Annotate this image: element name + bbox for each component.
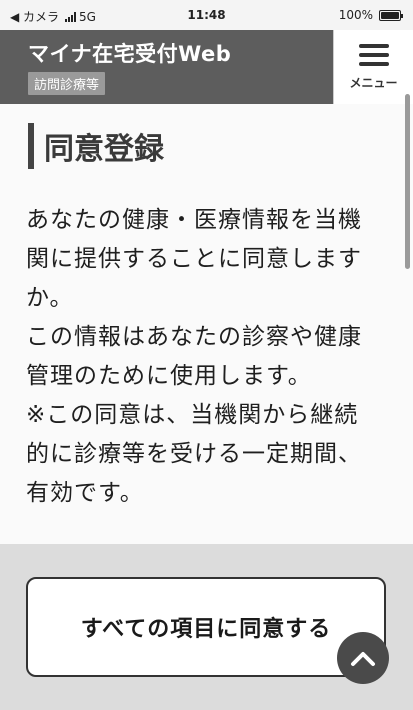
scroll-to-top-button[interactable] (337, 632, 389, 684)
page-title: 同意登録 (44, 132, 164, 167)
status-right: 100% (338, 8, 403, 22)
service-badge: 訪問診療等 (28, 72, 106, 95)
battery-percent: 100% (338, 8, 373, 22)
app-title: マイナ在宅受付Web (28, 42, 232, 66)
consent-description: あなたの健康・医療情報を当機関に提供することに同意しますか。 この情報はあなたの… (26, 201, 371, 513)
menu-label: メニュー (349, 75, 398, 90)
scrollbar[interactable] (405, 94, 410, 269)
chevron-up-icon (351, 652, 375, 666)
heading-accent-bar (28, 123, 34, 169)
hamburger-icon (358, 43, 389, 66)
consent-paragraph: ※この同意は、当機関から継続的に診療等を受ける一定期間、有効です。 (26, 402, 362, 506)
menu-button[interactable]: メニュー (333, 30, 413, 104)
status-bar: ◀ カメラ 5G 11:48 100% (0, 0, 413, 30)
app-header: マイナ在宅受付Web 訪問診療等 メニュー (0, 30, 413, 104)
battery-fill (381, 11, 399, 19)
consent-paragraph: この情報はあなたの診察や健康管理のために使用します。 (26, 324, 362, 389)
consent-paragraph: あなたの健康・医療情報を当機関に提供することに同意しますか。 (26, 207, 362, 311)
main-content: 同意登録 あなたの健康・医療情報を当機関に提供することに同意しますか。 この情報… (0, 104, 413, 544)
consent-all-button[interactable]: すべての項目に同意する (26, 577, 386, 677)
section-heading: 同意登録 (28, 120, 164, 172)
battery-icon (379, 9, 403, 21)
actions-area: すべての項目に同意する (0, 544, 413, 710)
